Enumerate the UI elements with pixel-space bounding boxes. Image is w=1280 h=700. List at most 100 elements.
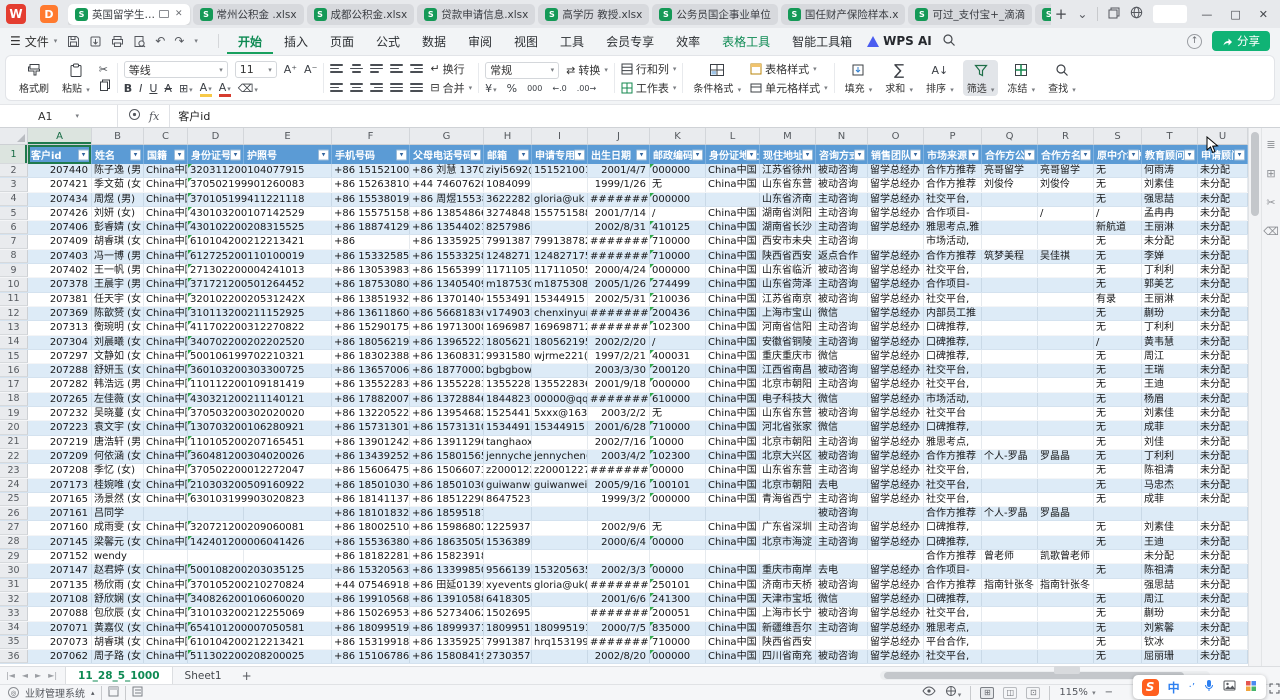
cell[interactable]: 安徽省铜陵 [760, 336, 816, 349]
cell[interactable]: 2002/2/20 [588, 336, 650, 349]
cell[interactable]: 罗晶晶 [1038, 507, 1094, 520]
cell[interactable]: 2001/7/14 [588, 207, 650, 220]
row-header[interactable]: 13 [0, 321, 28, 334]
cell[interactable]: 无 [1094, 164, 1142, 177]
cell[interactable]: 口碑推荐, [924, 593, 982, 606]
italic-button[interactable]: I [139, 82, 142, 95]
cell[interactable]: +86 15106786 [332, 650, 410, 663]
cell[interactable]: +86 15332585 [332, 250, 410, 263]
cell[interactable] [706, 193, 760, 206]
cell[interactable]: 无 [1094, 622, 1142, 635]
side-tool-icon[interactable]: ⊞ [1266, 167, 1275, 180]
cell[interactable] [1094, 550, 1142, 563]
cell[interactable]: 207073 [28, 636, 92, 649]
cell[interactable]: 丁利利 [1142, 264, 1198, 277]
cell[interactable]: 无 [1094, 521, 1142, 534]
cell[interactable]: +86 1850103098 [410, 479, 484, 492]
cell[interactable]: 710000 [650, 636, 706, 649]
cell[interactable]: 桂婉唯 (女 [92, 479, 144, 492]
cell[interactable]: 207152 [28, 550, 92, 563]
cell[interactable] [1038, 593, 1094, 606]
cell[interactable]: 新航道 [1094, 221, 1142, 234]
cell[interactable]: 合作方推荐 [924, 450, 982, 463]
cell[interactable]: +86 [332, 235, 410, 248]
cell[interactable]: 610104200212213421 [188, 636, 244, 649]
cell[interactable]: 吴佳祺 [1038, 250, 1094, 263]
cell[interactable] [1038, 350, 1094, 363]
filter-dropdown-icon[interactable]: ▾ [78, 149, 89, 160]
cell[interactable]: 320311200104077915 [188, 164, 244, 177]
cell[interactable]: ######## [588, 636, 650, 649]
docer-icon[interactable]: D [40, 5, 58, 23]
cell[interactable]: +86 18099519 [332, 622, 410, 635]
row-header[interactable]: 12 [0, 307, 28, 320]
cell[interactable]: 口碑推荐, [924, 536, 982, 549]
cell[interactable]: 指南针张冬 [982, 579, 1038, 592]
cell[interactable]: +86 1355228361 [410, 378, 484, 391]
row-header[interactable]: 21 [0, 436, 28, 449]
cell[interactable]: 未分配 [1198, 607, 1248, 620]
column-header-K[interactable]: K [650, 128, 706, 145]
cell[interactable]: 社交平台, [924, 264, 982, 277]
cell[interactable]: 200120 [650, 364, 706, 377]
row-header[interactable]: 25 [0, 493, 28, 506]
cell[interactable]: +44 7460762888 [410, 178, 484, 191]
cell[interactable]: 王一帆 (男 [92, 264, 144, 277]
cell[interactable] [982, 464, 1038, 477]
filter-dropdown-icon[interactable]: ▾ [968, 149, 979, 160]
cell[interactable]: +86 1582391866 [410, 550, 484, 563]
selection-zoom-icon[interactable]: ▾ [945, 685, 962, 700]
cell[interactable]: China中国 [144, 464, 188, 477]
cell[interactable]: 山东省东营 [760, 407, 816, 420]
cell[interactable]: +86 1580841999 [410, 650, 484, 663]
cell[interactable]: +86 13053983 [332, 264, 410, 277]
cell[interactable]: China中国 [144, 336, 188, 349]
cell[interactable]: +86 15152100 [332, 164, 410, 177]
cell[interactable]: 122593794XXX@163. [484, 521, 532, 534]
cell[interactable]: 刘素佳 [1142, 178, 1198, 191]
cell[interactable]: China中国 [706, 493, 760, 506]
cell[interactable]: 274499 [650, 278, 706, 291]
tab-插入[interactable]: 插入 [273, 29, 319, 54]
cell[interactable]: +86 18182281 [332, 550, 410, 563]
sheet-grid[interactable]: ABCDEFGHIJKLMNOPQRSTU1客户id▾姓名▾国籍▾身份证号▾护照… [0, 128, 1248, 666]
cell[interactable]: 2005/1/26 [588, 278, 650, 291]
cell[interactable]: 成菲 [1142, 421, 1198, 434]
document-tab[interactable]: S贷款申请信息.xlsx [417, 4, 535, 25]
cell[interactable]: 124827175 [532, 250, 588, 263]
row-header[interactable]: 22 [0, 450, 28, 463]
cell[interactable]: 包欣辰 (女 [92, 607, 144, 620]
cell[interactable]: China中国 [706, 450, 760, 463]
cell[interactable]: / [650, 336, 706, 349]
cell[interactable] [982, 364, 1038, 377]
tab-开始[interactable]: 开始 [227, 29, 273, 54]
document-tab[interactable]: S成都公积金.xlsx [307, 4, 415, 25]
filter-dropdown-icon[interactable]: ▾ [746, 149, 757, 160]
cell[interactable]: 微信 [816, 421, 868, 434]
cell[interactable]: 207173 [28, 479, 92, 492]
cell[interactable]: 上海市宝山 [760, 307, 816, 320]
cell[interactable]: 210036 [650, 293, 706, 306]
cell[interactable] [532, 650, 588, 663]
cell[interactable] [1038, 364, 1094, 377]
tab-公式[interactable]: 公式 [365, 29, 411, 54]
first-sheet-icon[interactable]: |◄ [6, 671, 15, 680]
cell[interactable]: 北京市海淀 [760, 536, 816, 549]
cell[interactable]: 主动咨询 [816, 464, 868, 477]
cell[interactable]: 何雨涛 [1142, 164, 1198, 177]
cell[interactable]: 王丽淋 [1142, 293, 1198, 306]
table-header-cell[interactable]: 姓名▾ [92, 145, 144, 164]
cell[interactable]: 王晨宇 (男 [92, 278, 144, 291]
cell[interactable]: 彭睿婧 (女 [92, 221, 144, 234]
cell[interactable]: +86 15538019 [332, 193, 410, 206]
cell[interactable]: 2002/3/3 [588, 564, 650, 577]
cell[interactable]: 2001/6/28 [588, 421, 650, 434]
cell[interactable]: +86 1385486689 [410, 207, 484, 220]
cell[interactable]: 凯歌曾老师 [1038, 550, 1094, 563]
cell[interactable]: 留学总经办 [868, 521, 924, 534]
cell[interactable]: 370502200012272047 [188, 464, 244, 477]
search-icon[interactable] [942, 33, 956, 50]
number-format-select[interactable]: 常规▾ [485, 62, 559, 79]
cell[interactable]: +86 1391058866 [410, 593, 484, 606]
cell[interactable]: 未分配 [1198, 536, 1248, 549]
